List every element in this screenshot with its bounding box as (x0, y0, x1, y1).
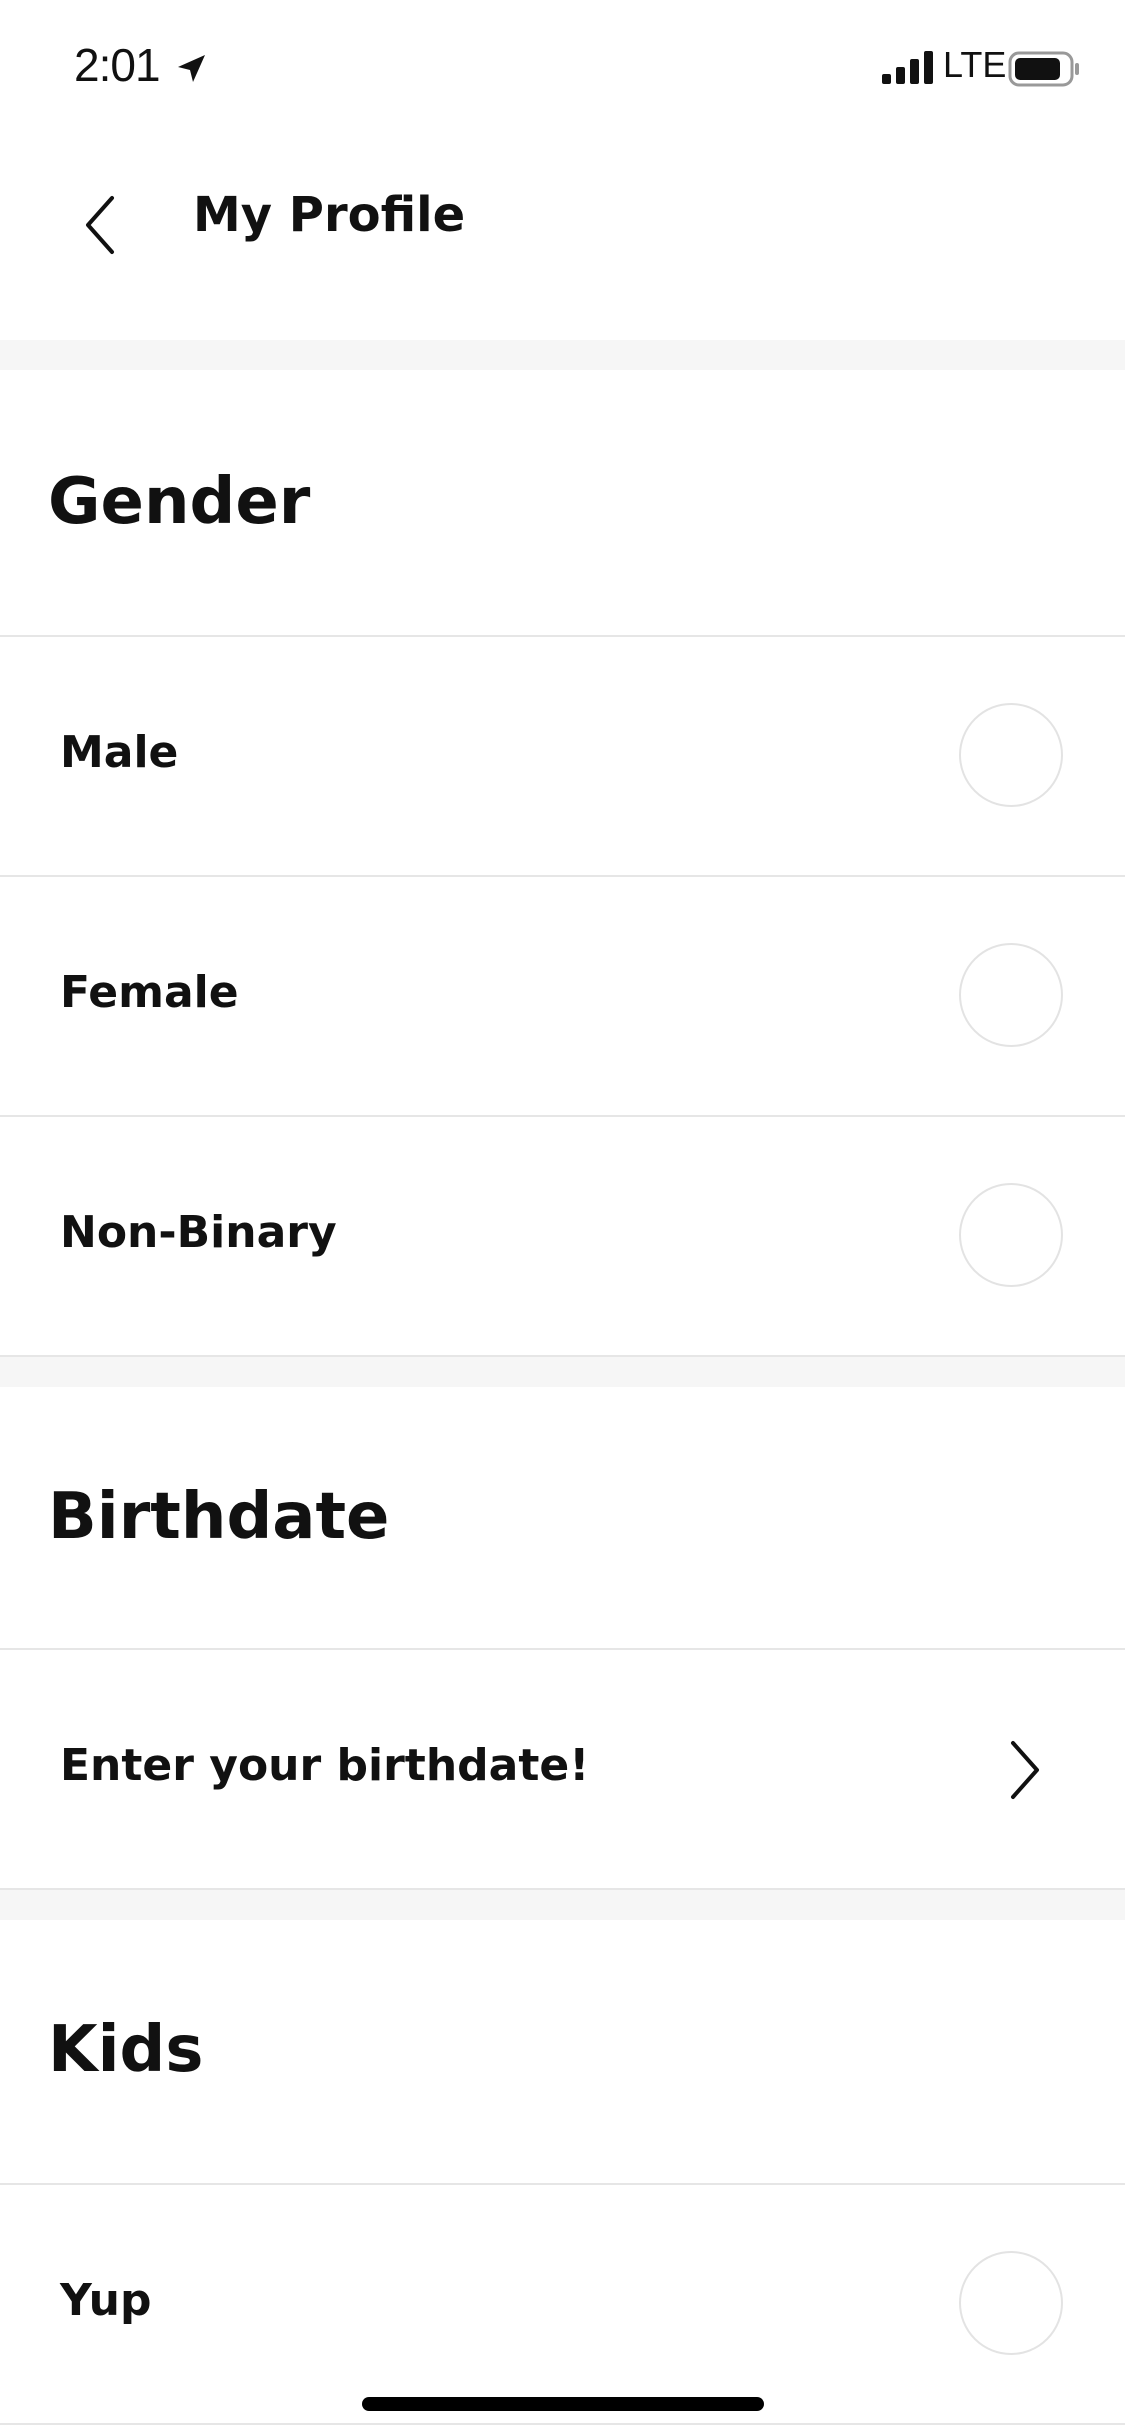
gender-heading: Gender (48, 465, 311, 539)
gender-option-non-binary[interactable]: Non-Binary (0, 1115, 1125, 1355)
birthdate-row[interactable]: Enter your birthdate! (0, 1648, 1125, 1888)
chevron-right-icon (1011, 1741, 1039, 1799)
battery-icon (1008, 51, 1079, 87)
home-indicator (362, 2397, 764, 2411)
status-time: 2:01 (74, 39, 161, 91)
back-button[interactable] (70, 185, 130, 265)
chevron-left-icon (86, 196, 114, 254)
female-radio[interactable] (959, 943, 1063, 1047)
page-title: My Profile (193, 187, 466, 243)
kids-option-yup[interactable]: Yup (0, 2183, 1125, 2423)
male-radio[interactable] (959, 703, 1063, 807)
section-divider (0, 340, 1125, 370)
option-label: Non-Binary (60, 1207, 337, 1258)
birthdate-label: Enter your birthdate! (60, 1740, 590, 1791)
option-label: Yup (60, 2275, 152, 2326)
location-arrow-icon (178, 55, 205, 82)
option-label: Female (60, 967, 239, 1018)
non-binary-radio[interactable] (959, 1183, 1063, 1287)
status-bar: 2:01 LTE (0, 0, 1125, 135)
header: My Profile (0, 135, 1125, 340)
gender-option-male[interactable]: Male (0, 635, 1125, 875)
yup-radio[interactable] (959, 2251, 1063, 2355)
gender-option-female[interactable]: Female (0, 875, 1125, 1115)
section-divider (0, 1355, 1125, 1387)
birthdate-heading: Birthdate (48, 1480, 390, 1554)
signal-icon (882, 51, 933, 84)
option-label: Male (60, 727, 179, 778)
kids-heading: Kids (48, 2013, 204, 2087)
row-divider (0, 2423, 1125, 2425)
network-label: LTE (943, 44, 1007, 85)
section-divider (0, 1888, 1125, 1920)
